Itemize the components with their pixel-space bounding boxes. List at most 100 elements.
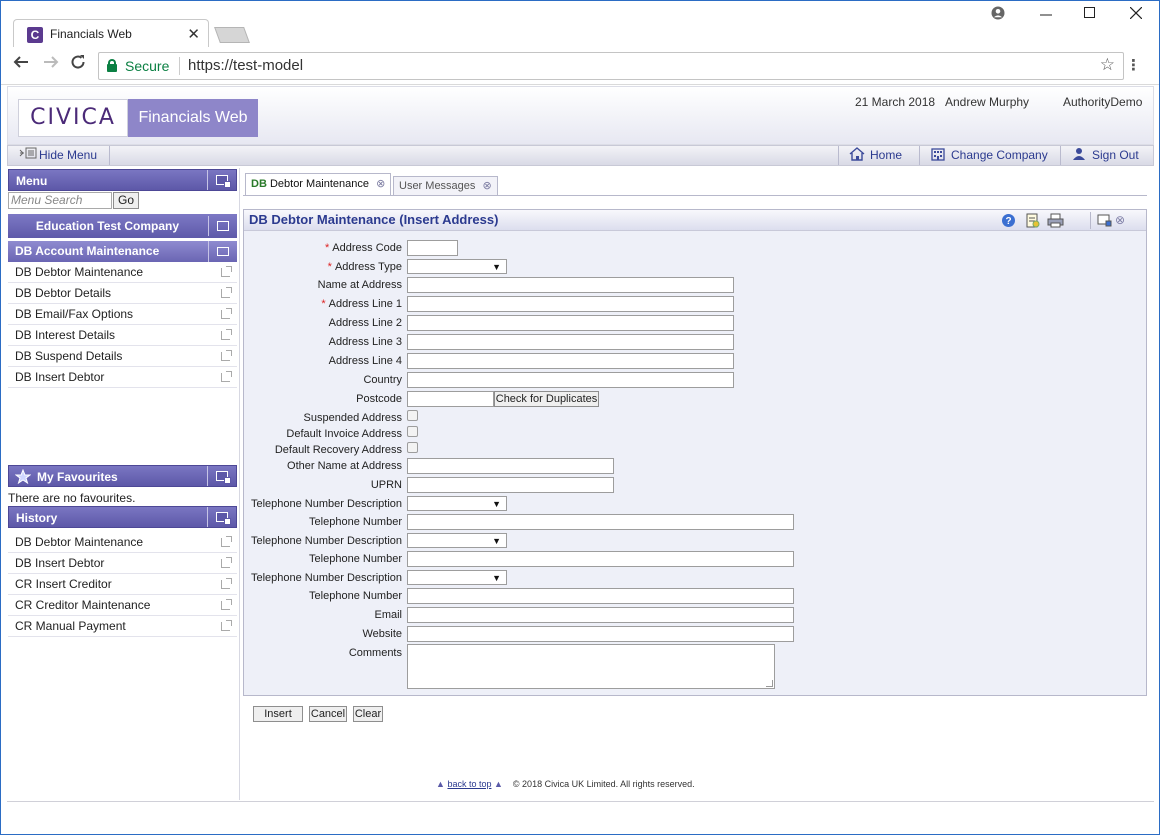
sidebar-item[interactable]: DB Insert Debtor	[8, 367, 237, 388]
close-tab-icon[interactable]: ⊗	[482, 177, 491, 195]
name-at-address-label: Name at Address	[317, 279, 402, 291]
default-invoice-address-checkbox[interactable]	[407, 426, 418, 437]
open-new-window-icon[interactable]	[221, 266, 232, 277]
open-new-window-icon[interactable]	[221, 578, 232, 589]
name-at-address-input[interactable]	[407, 277, 734, 293]
default-recovery-address-label: Default Recovery Address	[274, 444, 402, 456]
postcode-input[interactable]	[407, 391, 494, 407]
url-text[interactable]: https://test-model	[188, 57, 303, 74]
back-to-top-link[interactable]: back to top	[447, 779, 491, 789]
tab-user-messages[interactable]: User Messages ⊗	[393, 176, 498, 195]
home-icon	[849, 147, 865, 161]
other-name-at-address-input[interactable]	[407, 458, 614, 474]
sign-out-link[interactable]: Sign Out	[1060, 146, 1139, 165]
address-line-3-label: Address Line 3	[328, 336, 402, 348]
sidebar-item[interactable]: DB Suspend Details	[8, 346, 237, 367]
home-label: Home	[870, 148, 903, 162]
address-line-2-input[interactable]	[407, 315, 734, 331]
favourites-options-button[interactable]	[207, 466, 236, 486]
insert-button[interactable]: Insert	[253, 706, 303, 722]
maximize-icon[interactable]	[1084, 6, 1096, 23]
telephone-number-2-input[interactable]	[407, 551, 794, 567]
browser-tab[interactable]: C Financials Web ✕	[13, 19, 209, 48]
history-options-button[interactable]	[207, 507, 236, 527]
page-footer: ▲ back to top ▲ © 2018 Civica UK Limited…	[436, 779, 695, 789]
address-line-1-input[interactable]	[407, 296, 734, 312]
sidebar-item[interactable]: DB Email/Fax Options	[8, 304, 237, 325]
current-user: Andrew Murphy	[945, 95, 1030, 109]
address-line-3-input[interactable]	[407, 334, 734, 350]
close-window-icon[interactable]	[1129, 6, 1143, 23]
close-tab-icon[interactable]: ✕	[187, 25, 200, 43]
open-new-window-icon[interactable]	[221, 620, 232, 631]
sidebar-item-label: DB Suspend Details	[15, 349, 123, 363]
help-icon[interactable]: ?	[1001, 213, 1016, 228]
address-bar[interactable]: Secure https://test-model ☆	[98, 52, 1124, 80]
history-item[interactable]: CR Manual Payment	[8, 616, 237, 637]
open-new-window-icon[interactable]	[221, 557, 232, 568]
panel-header: DB Debtor Maintenance (Insert Address) ?…	[244, 210, 1146, 231]
open-new-window-icon[interactable]	[221, 536, 232, 547]
open-new-window-icon[interactable]	[221, 350, 232, 361]
sidebar-item[interactable]: DB Interest Details	[8, 325, 237, 346]
website-input[interactable]	[407, 626, 794, 642]
telephone-description-1-select[interactable]: ▼	[407, 496, 507, 511]
comments-textarea[interactable]	[407, 644, 775, 689]
required-marker: *	[327, 261, 332, 273]
back-icon[interactable]	[13, 54, 29, 76]
change-company-link[interactable]: Change Company	[919, 146, 1048, 165]
open-new-window-icon[interactable]	[221, 329, 232, 340]
address-line-4-input[interactable]	[407, 353, 734, 369]
reload-icon[interactable]	[70, 54, 86, 76]
history-item[interactable]: CR Creditor Maintenance	[8, 595, 237, 616]
open-new-window-icon[interactable]	[221, 371, 232, 382]
sidebar-item[interactable]: DB Debtor Details	[8, 283, 237, 304]
minimize-icon[interactable]	[1039, 3, 1053, 21]
open-new-window-icon[interactable]	[221, 599, 232, 610]
browser-menu-icon[interactable]: ⋮	[1126, 56, 1141, 74]
menu-options-button[interactable]	[207, 170, 236, 190]
sidebar-item[interactable]: DB Debtor Maintenance	[8, 262, 237, 283]
print-icon[interactable]	[1047, 213, 1064, 228]
go-button[interactable]: Go	[113, 192, 139, 209]
default-recovery-address-checkbox[interactable]	[407, 442, 418, 453]
panel-options-icon[interactable]	[1097, 213, 1112, 228]
sidebar-group-account-maintenance[interactable]: DB Account Maintenance	[8, 241, 237, 262]
hide-menu-button[interactable]: Hide Menu	[11, 146, 111, 165]
clear-button[interactable]: Clear	[353, 706, 383, 722]
telephone-number-1-input[interactable]	[407, 514, 794, 530]
profile-icon[interactable]	[991, 6, 1005, 24]
telephone-description-3-select[interactable]: ▼	[407, 570, 507, 585]
new-tab-button[interactable]	[214, 27, 250, 43]
open-new-window-icon[interactable]	[221, 287, 232, 298]
menu-search-input[interactable]: Menu Search	[8, 192, 112, 209]
resize-handle-icon[interactable]	[766, 680, 773, 687]
home-link[interactable]: Home	[838, 146, 902, 165]
address-code-input[interactable]	[407, 240, 458, 256]
email-input[interactable]	[407, 607, 794, 623]
forward-icon[interactable]	[43, 54, 59, 76]
close-panel-icon[interactable]: ⊗	[1115, 213, 1130, 228]
tab-debtor-maintenance[interactable]: DB Debtor Maintenance ⊗	[245, 173, 392, 195]
telephone-description-2-label: Telephone Number Description	[250, 535, 402, 547]
group-options-button[interactable]	[208, 241, 237, 262]
cancel-button[interactable]: Cancel	[309, 706, 347, 722]
suspended-address-checkbox[interactable]	[407, 410, 418, 421]
check-duplicates-button[interactable]: Check for Duplicates	[494, 391, 599, 407]
history-item[interactable]: DB Debtor Maintenance	[8, 532, 237, 553]
open-new-window-icon[interactable]	[221, 308, 232, 319]
panel-title: DB Debtor Maintenance (Insert Address)	[249, 212, 499, 227]
telephone-number-3-input[interactable]	[407, 588, 794, 604]
notes-icon[interactable]	[1025, 213, 1040, 228]
uprn-input[interactable]	[407, 477, 614, 493]
close-tab-icon[interactable]: ⊗	[376, 174, 385, 194]
telephone-description-2-select[interactable]: ▼	[407, 533, 507, 548]
bookmark-star-icon[interactable]: ☆	[1100, 55, 1115, 75]
company-options-button[interactable]	[208, 216, 237, 236]
history-item[interactable]: CR Insert Creditor	[8, 574, 237, 595]
history-item[interactable]: DB Insert Debtor	[8, 553, 237, 574]
address-type-select[interactable]: ▼	[407, 259, 507, 274]
default-invoice-address-label: Default Invoice Address	[286, 428, 402, 440]
country-input[interactable]	[407, 372, 734, 388]
browser-toolbar: Secure https://test-model ☆ ⋮	[1, 47, 1159, 85]
